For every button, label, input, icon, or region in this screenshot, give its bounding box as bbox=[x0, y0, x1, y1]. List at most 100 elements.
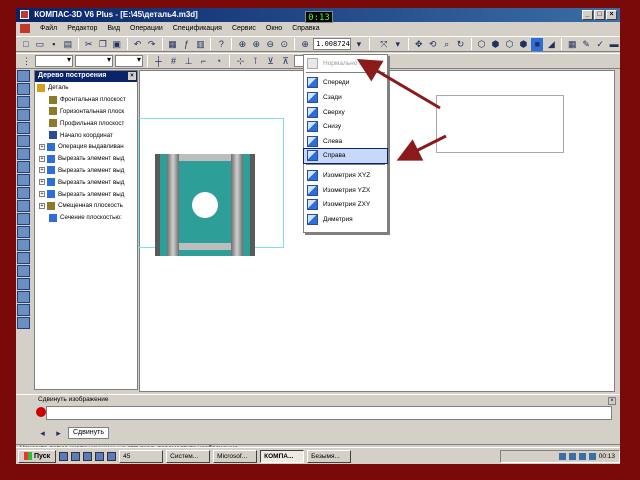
menu-file[interactable]: Файл bbox=[40, 25, 57, 32]
orientation-menu-item[interactable]: Сзади bbox=[304, 90, 387, 105]
expand-icon[interactable]: + bbox=[39, 143, 45, 150]
tray-antivirus-icon[interactable] bbox=[588, 452, 596, 460]
part-model[interactable] bbox=[155, 154, 255, 256]
tree-item[interactable]: Профильная плоскост bbox=[35, 117, 137, 129]
prev-tab-icon[interactable]: ◂ bbox=[36, 427, 49, 440]
tool-surface-icon[interactable] bbox=[17, 200, 30, 212]
quicklaunch-app-icon[interactable] bbox=[107, 451, 117, 461]
tool-library-icon[interactable] bbox=[17, 291, 30, 303]
orientation-menu-item[interactable]: Слева bbox=[304, 134, 387, 149]
expand-icon[interactable]: + bbox=[39, 202, 45, 209]
orientation-dropdown-icon[interactable]: ▾ bbox=[392, 38, 404, 51]
stop-icon[interactable] bbox=[36, 407, 46, 417]
menu-service[interactable]: Сервис bbox=[232, 25, 256, 32]
undo-icon[interactable]: ↶ bbox=[132, 38, 144, 51]
perspective-icon[interactable]: ◢ bbox=[545, 38, 557, 51]
tool-geometry-icon[interactable] bbox=[17, 70, 30, 82]
tool-pipe-icon[interactable] bbox=[17, 252, 30, 264]
zoom-dynamic-icon[interactable]: ⌕ bbox=[441, 38, 453, 51]
tool-mate-icon[interactable] bbox=[17, 278, 30, 290]
tool-spec-icon[interactable] bbox=[17, 148, 30, 160]
next-tab-icon[interactable]: ▸ bbox=[52, 427, 65, 440]
minimize-button[interactable]: _ bbox=[582, 10, 593, 20]
tree-close-icon[interactable]: × bbox=[128, 72, 136, 80]
menu-help[interactable]: Справка bbox=[292, 25, 319, 32]
orientation-menu-item[interactable]: Спереди bbox=[304, 76, 387, 91]
refresh-icon[interactable]: ↻ bbox=[455, 38, 467, 51]
taskbar-button[interactable]: Безымя... bbox=[307, 449, 352, 463]
expand-icon[interactable]: + bbox=[39, 167, 45, 174]
menu-window[interactable]: Окно bbox=[266, 25, 282, 32]
grid-icon[interactable]: # bbox=[167, 55, 180, 68]
zoom-window-icon[interactable]: ⊕ bbox=[236, 38, 248, 51]
tray-volume-icon[interactable] bbox=[568, 452, 576, 460]
orientation-menu-item[interactable]: Диметрия bbox=[304, 212, 387, 227]
library-icon[interactable]: ▥ bbox=[194, 38, 206, 51]
taskbar-button[interactable]: КОМПА... bbox=[260, 449, 305, 463]
snap-settings-icon[interactable]: ⊺ bbox=[249, 55, 262, 68]
tool-dimensions-icon[interactable] bbox=[17, 83, 30, 95]
orientation-menu-item[interactable]: Справа bbox=[303, 147, 388, 165]
quicklaunch-media-icon[interactable] bbox=[95, 451, 105, 461]
tool-extrude-icon[interactable] bbox=[17, 174, 30, 186]
orientation-menu-item[interactable]: Изометрия YZX bbox=[304, 183, 387, 198]
maximize-button[interactable]: □ bbox=[594, 10, 605, 20]
tool-array-icon[interactable] bbox=[17, 213, 30, 225]
snap-clear-icon[interactable]: ⊼ bbox=[279, 55, 292, 68]
expand-icon[interactable]: + bbox=[39, 179, 45, 186]
snap-icon[interactable]: ┼ bbox=[152, 55, 165, 68]
taskbar-button[interactable]: Microsof... bbox=[213, 449, 258, 463]
hidden-lines-icon[interactable]: ⬢ bbox=[490, 38, 502, 51]
properties-icon[interactable]: ▦ bbox=[167, 38, 179, 51]
snap-mode-icon[interactable]: ⊹ bbox=[234, 55, 247, 68]
step-combo[interactable] bbox=[115, 55, 143, 67]
tree-item[interactable]: + Вырезать элемент выд bbox=[35, 153, 137, 165]
tool-assembly-icon[interactable] bbox=[17, 265, 30, 277]
tool-edit-icon[interactable] bbox=[17, 96, 30, 108]
cut-icon[interactable]: ✂ bbox=[83, 38, 95, 51]
tree-toggle-icon[interactable]: ▦ bbox=[566, 38, 578, 51]
local-cs-icon[interactable]: ⌐ bbox=[197, 55, 210, 68]
orientation-menu-item[interactable]: Изометрия XYZ bbox=[304, 168, 387, 183]
tree-item[interactable]: Начало координат bbox=[35, 129, 137, 141]
tool-params-icon[interactable] bbox=[17, 109, 30, 121]
thin-hidden-lines-icon[interactable]: ⬡ bbox=[503, 38, 515, 51]
tree-item[interactable]: + Вырезать элемент выд bbox=[35, 188, 137, 200]
taskbar-button[interactable]: 45 bbox=[119, 449, 164, 463]
orientation-menu-item[interactable]: Сверху bbox=[304, 105, 387, 120]
ortho-icon[interactable]: ⊥ bbox=[182, 55, 195, 68]
check-icon[interactable]: ✓ bbox=[594, 38, 606, 51]
quicklaunch-desktop-icon[interactable] bbox=[59, 451, 69, 461]
zoom-scale-icon[interactable]: ⊕ bbox=[299, 38, 311, 51]
tool-settings-icon[interactable] bbox=[17, 317, 30, 329]
wireframe-icon[interactable]: ⬡ bbox=[476, 38, 488, 51]
tool-sheet-icon[interactable] bbox=[17, 239, 30, 251]
tree-item[interactable]: Фронтальная плоскост bbox=[35, 94, 137, 106]
menu-specification[interactable]: Спецификация bbox=[173, 25, 222, 32]
tray-language-icon[interactable] bbox=[578, 452, 586, 460]
tree-item[interactable]: + Смещенная плоскость bbox=[35, 200, 137, 212]
expand-icon[interactable]: + bbox=[39, 155, 45, 162]
tool-macro-icon[interactable] bbox=[17, 304, 30, 316]
menu-edit[interactable]: Редактор bbox=[67, 25, 97, 32]
zoom-all-icon[interactable]: ⊙ bbox=[278, 38, 290, 51]
snap-edit-icon[interactable]: ⊻ bbox=[264, 55, 277, 68]
tree-item[interactable]: Горизонтальная плоск bbox=[35, 106, 137, 118]
layers-icon[interactable]: ▬ bbox=[608, 38, 620, 51]
tree-item[interactable]: + Вырезать элемент выд bbox=[35, 165, 137, 177]
round-icon[interactable]: ◔ bbox=[212, 55, 225, 68]
orientation-icon[interactable]: ⤧ bbox=[378, 38, 390, 51]
zoom-in-icon[interactable]: ⊕ bbox=[250, 38, 262, 51]
shaded-icon[interactable]: ■ bbox=[531, 37, 544, 51]
tray-network-icon[interactable] bbox=[558, 452, 566, 460]
tool-measure-icon[interactable] bbox=[17, 122, 30, 134]
zoom-out-icon[interactable]: ⊖ bbox=[264, 38, 276, 51]
tree-item[interactable]: Деталь bbox=[35, 82, 137, 94]
close-button[interactable]: × bbox=[606, 10, 617, 20]
macro-icon[interactable]: ✎ bbox=[580, 38, 592, 51]
zoom-scale-field[interactable]: 1.008724 bbox=[313, 38, 351, 50]
quicklaunch-explorer-icon[interactable] bbox=[71, 451, 81, 461]
paste-icon[interactable]: ▣ bbox=[111, 38, 123, 51]
tab-pan[interactable]: Сдвинуть bbox=[68, 427, 109, 439]
tool-cut-icon[interactable] bbox=[17, 187, 30, 199]
